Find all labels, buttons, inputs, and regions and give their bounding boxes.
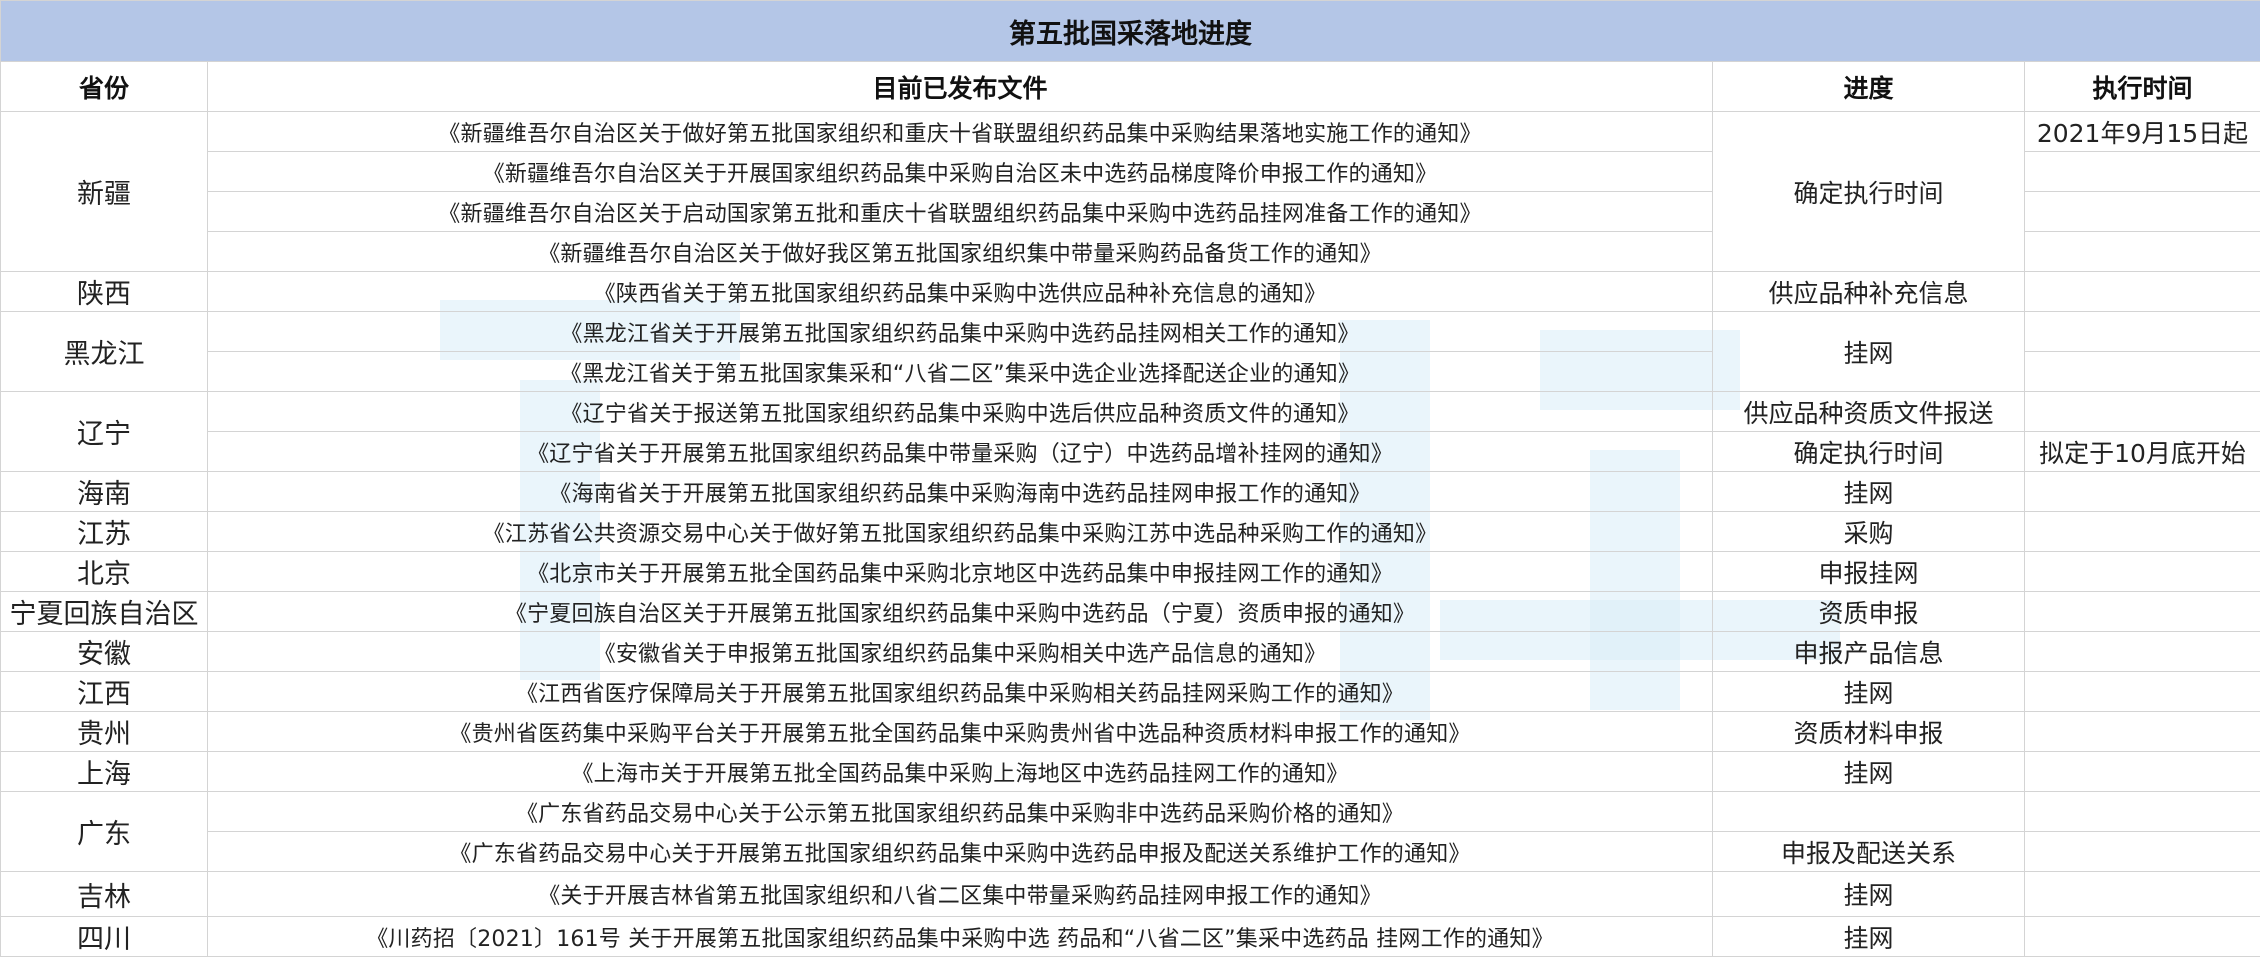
province-cell: 宁夏回族自治区 [1, 592, 208, 632]
exec-time-cell [2025, 917, 2260, 957]
exec-time-cell [2025, 792, 2260, 832]
exec-time-cell: 2021年9月15日起 [2025, 112, 2260, 152]
document-cell: 《安徽省关于申报第五批国家组织药品集中采购相关中选产品信息的通知》 [208, 632, 1713, 672]
province-cell: 上海 [1, 752, 208, 792]
document-cell: 《江西省医疗保障局关于开展第五批国家组织药品集中采购相关药品挂网采购工作的通知》 [208, 672, 1713, 712]
exec-time-cell [2025, 272, 2260, 312]
document-cell: 《新疆维吾尔自治区关于做好第五批国家组织和重庆十省联盟组织药品集中采购结果落地实… [208, 112, 1713, 152]
exec-time-cell [2025, 512, 2260, 552]
document-cell: 《关于开展吉林省第五批国家组织和八省二区集中带量采购药品挂网申报工作的通知》 [208, 872, 1713, 917]
exec-time-cell [2025, 392, 2260, 432]
exec-time-cell [2025, 232, 2260, 272]
province-cell: 新疆 [1, 112, 208, 272]
progress-cell: 挂网 [1713, 917, 2025, 957]
province-cell: 辽宁 [1, 392, 208, 472]
document-cell: 《新疆维吾尔自治区关于启动国家第五批和重庆十省联盟组织药品集中采购中选药品挂网准… [208, 192, 1713, 232]
header-progress: 进度 [1713, 62, 2025, 112]
header-exec-time: 执行时间 [2025, 62, 2260, 112]
progress-cell: 供应品种资质文件报送 [1713, 392, 2025, 432]
progress-table: 第五批国采落地进度 省份 目前已发布文件 进度 执行时间 新疆 《新疆维吾尔自治… [0, 0, 2260, 957]
exec-time-cell [2025, 312, 2260, 352]
progress-cell [1713, 792, 2025, 832]
exec-time-cell [2025, 712, 2260, 752]
document-cell: 《宁夏回族自治区关于开展第五批国家组织药品集中采购中选药品（宁夏）资质申报的通知… [208, 592, 1713, 632]
province-cell: 江西 [1, 672, 208, 712]
province-cell: 吉林 [1, 872, 208, 917]
province-cell: 陕西 [1, 272, 208, 312]
progress-cell: 申报及配送关系 [1713, 832, 2025, 872]
document-cell: 《陕西省关于第五批国家组织药品集中采购中选供应品种补充信息的通知》 [208, 272, 1713, 312]
document-cell: 《北京市关于开展第五批全国药品集中采购北京地区中选药品集中申报挂网工作的通知》 [208, 552, 1713, 592]
progress-cell: 挂网 [1713, 752, 2025, 792]
progress-cell: 确定执行时间 [1713, 112, 2025, 272]
province-cell: 贵州 [1, 712, 208, 752]
document-cell: 《新疆维吾尔自治区关于做好我区第五批国家组织集中带量采购药品备货工作的通知》 [208, 232, 1713, 272]
province-cell: 江苏 [1, 512, 208, 552]
header-province: 省份 [1, 62, 208, 112]
province-cell: 四川 [1, 917, 208, 957]
progress-cell: 挂网 [1713, 472, 2025, 512]
document-cell: 《贵州省医药集中采购平台关于开展第五批全国药品集中采购贵州省中选品种资质材料申报… [208, 712, 1713, 752]
progress-cell: 资质材料申报 [1713, 712, 2025, 752]
exec-time-cell [2025, 832, 2260, 872]
province-cell: 北京 [1, 552, 208, 592]
document-cell: 《江苏省公共资源交易中心关于做好第五批国家组织药品集中采购江苏中选品种采购工作的… [208, 512, 1713, 552]
progress-cell: 挂网 [1713, 672, 2025, 712]
document-cell: 《广东省药品交易中心关于公示第五批国家组织药品集中采购非中选药品采购价格的通知》 [208, 792, 1713, 832]
document-cell: 《黑龙江省关于第五批国家集采和“八省二区”集采中选企业选择配送企业的通知》 [208, 352, 1713, 392]
province-cell: 安徽 [1, 632, 208, 672]
document-cell: 《黑龙江省关于开展第五批国家组织药品集中采购中选药品挂网相关工作的通知》 [208, 312, 1713, 352]
progress-cell: 资质申报 [1713, 592, 2025, 632]
exec-time-cell [2025, 752, 2260, 792]
progress-cell: 确定执行时间 [1713, 432, 2025, 472]
exec-time-cell [2025, 192, 2260, 232]
document-cell: 《广东省药品交易中心关于开展第五批国家组织药品集中采购中选药品申报及配送关系维护… [208, 832, 1713, 872]
exec-time-cell [2025, 472, 2260, 512]
province-cell: 海南 [1, 472, 208, 512]
document-cell: 《新疆维吾尔自治区关于开展国家组织药品集中采购自治区未中选药品梯度降价申报工作的… [208, 152, 1713, 192]
exec-time-cell [2025, 552, 2260, 592]
header-document: 目前已发布文件 [208, 62, 1713, 112]
exec-time-cell [2025, 872, 2260, 917]
exec-time-cell [2025, 632, 2260, 672]
document-cell: 《海南省关于开展第五批国家组织药品集中采购海南中选药品挂网申报工作的通知》 [208, 472, 1713, 512]
province-cell: 黑龙江 [1, 312, 208, 392]
province-cell: 广东 [1, 792, 208, 872]
document-cell: 《上海市关于开展第五批全国药品集中采购上海地区中选药品挂网工作的通知》 [208, 752, 1713, 792]
document-cell: 《辽宁省关于开展第五批国家组织药品集中带量采购（辽宁）中选药品增补挂网的通知》 [208, 432, 1713, 472]
table-title: 第五批国采落地进度 [1, 1, 2260, 62]
progress-cell: 申报产品信息 [1713, 632, 2025, 672]
exec-time-cell [2025, 152, 2260, 192]
progress-cell: 挂网 [1713, 872, 2025, 917]
progress-cell: 采购 [1713, 512, 2025, 552]
exec-time-cell [2025, 672, 2260, 712]
progress-cell: 供应品种补充信息 [1713, 272, 2025, 312]
exec-time-cell: 拟定于10月底开始 [2025, 432, 2260, 472]
exec-time-cell [2025, 352, 2260, 392]
document-cell: 《川药招〔2021〕161号 关于开展第五批国家组织药品集中采购中选 药品和“八… [208, 917, 1713, 957]
exec-time-cell [2025, 592, 2260, 632]
progress-cell: 挂网 [1713, 312, 2025, 392]
document-cell: 《辽宁省关于报送第五批国家组织药品集中采购中选后供应品种资质文件的通知》 [208, 392, 1713, 432]
progress-cell: 申报挂网 [1713, 552, 2025, 592]
